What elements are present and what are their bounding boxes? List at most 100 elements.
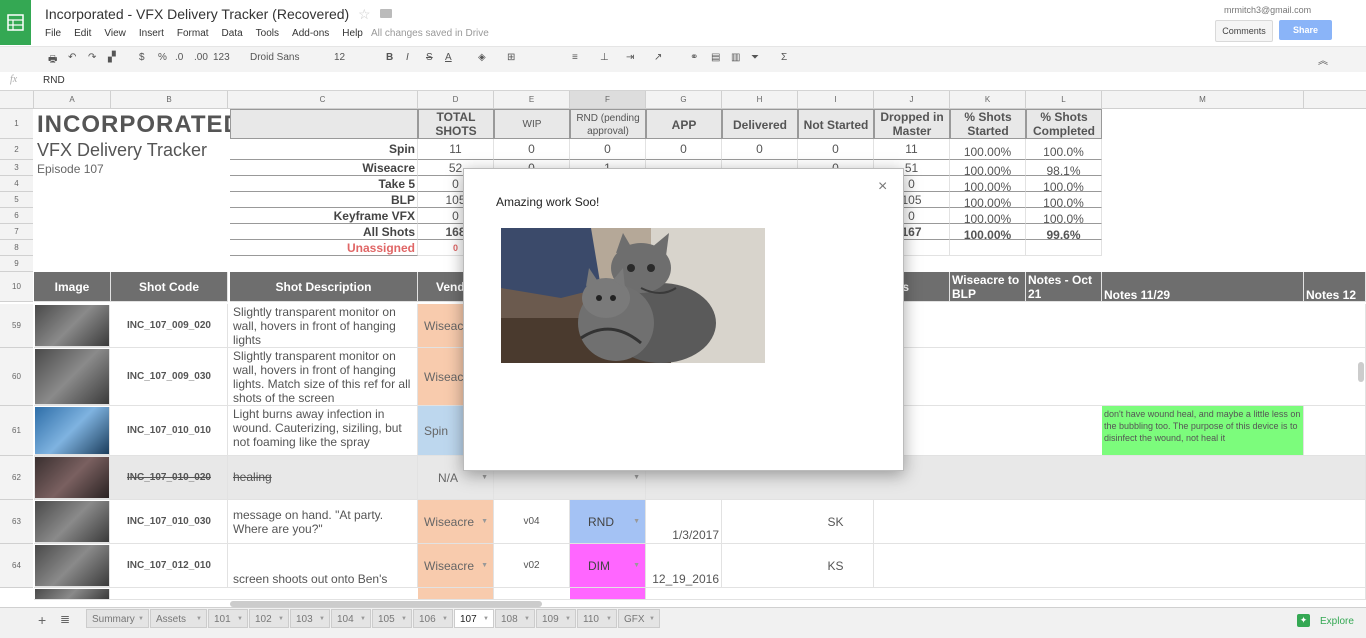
chevron-down-icon[interactable]: ▼	[401, 610, 407, 629]
currency-button[interactable]: $	[139, 52, 145, 63]
row-header[interactable]: 8	[0, 240, 33, 256]
chevron-down-icon[interactable]: ▼	[565, 610, 571, 629]
shot-description[interactable]: healing	[230, 456, 418, 500]
shot-thumbnail[interactable]	[35, 407, 110, 455]
row-header[interactable]: 61	[0, 406, 33, 456]
wrap-icon[interactable]: ⇥	[626, 52, 634, 63]
version[interactable]: v02	[494, 544, 570, 588]
row-header[interactable]: 10	[0, 272, 33, 302]
comments-button[interactable]: Comments	[1215, 20, 1273, 42]
menu-data[interactable]: Data	[222, 28, 243, 39]
column-header-b[interactable]: B	[111, 91, 228, 108]
menu-addons[interactable]: Add-ons	[292, 28, 329, 39]
sheet-tab-assets[interactable]: Assets ▼	[150, 609, 207, 628]
shot-code[interactable]: INC_107_012_010	[111, 544, 228, 588]
undo-icon[interactable]: ↶	[68, 52, 76, 63]
menu-format[interactable]: Format	[177, 28, 209, 39]
shot-description[interactable]: message on hand. "At party. Where are yo…	[230, 500, 418, 544]
chevron-down-icon[interactable]: ▼	[524, 610, 530, 629]
strikethrough-button[interactable]: S	[426, 52, 433, 63]
summary-cell[interactable]: 100.00%	[950, 192, 1026, 208]
font-select[interactable]: Droid Sans	[250, 52, 299, 63]
summary-cell[interactable]: 100.00%	[950, 139, 1026, 160]
sheet-tab-109[interactable]: 109 ▼	[536, 609, 576, 628]
filter-icon[interactable]: ⏷	[751, 52, 759, 63]
summary-cell[interactable]: 0	[494, 139, 570, 160]
date[interactable]: 12_19_2016	[646, 544, 722, 588]
print-icon[interactable]: 🖶	[48, 52, 57, 69]
column-header-j[interactable]: J	[874, 91, 950, 108]
chevron-down-icon[interactable]: ▼	[606, 610, 612, 629]
menu-edit[interactable]: Edit	[74, 28, 91, 39]
row-header[interactable]: 59	[0, 304, 33, 348]
collapse-icon[interactable]: ︽	[1318, 52, 1328, 67]
row-header[interactable]: 1	[0, 109, 33, 139]
assignee[interactable]: KS	[798, 544, 874, 588]
bold-button[interactable]: B	[386, 52, 393, 63]
account-email[interactable]: mrmitch3@gmail.com	[1224, 5, 1311, 15]
row-header[interactable]: 5	[0, 192, 33, 208]
share-button[interactable]: Share	[1279, 20, 1332, 40]
summary-cell[interactable]: 0	[798, 139, 874, 160]
chevron-down-icon[interactable]: ▼	[633, 500, 640, 543]
summary-cell[interactable]: 100.00%	[950, 160, 1026, 176]
row-header[interactable]: 64	[0, 544, 33, 588]
shot-thumbnail[interactable]	[35, 589, 110, 600]
shot-code[interactable]: INC_107_009_020	[111, 304, 228, 348]
row-header[interactable]: 2	[0, 139, 33, 160]
summary-cell[interactable]: 100.00%	[950, 176, 1026, 192]
menu-view[interactable]: View	[104, 28, 126, 39]
summary-cell[interactable]: 0	[570, 139, 646, 160]
summary-cell[interactable]: 0	[646, 139, 722, 160]
close-icon[interactable]: ×	[878, 178, 887, 196]
chart-icon[interactable]: ▥	[731, 52, 740, 63]
sheet-tab-107[interactable]: 107 ▼	[454, 609, 494, 628]
italic-button[interactable]: I	[406, 52, 409, 63]
star-icon[interactable]: ☆	[358, 6, 371, 23]
summary-cell[interactable]: 11	[418, 139, 494, 160]
shot-description[interactable]: Slightly transparent monitor on wall, ho…	[230, 348, 418, 406]
shot-thumbnail[interactable]	[35, 349, 110, 405]
column-header-a[interactable]: A	[34, 91, 111, 108]
chevron-down-icon[interactable]: ▼	[278, 610, 284, 629]
shot-code[interactable]: INC_107_010_030	[111, 500, 228, 544]
summary-cell[interactable]: 98.1%	[1026, 160, 1102, 176]
shot-thumbnail[interactable]	[35, 501, 110, 543]
menu-tools[interactable]: Tools	[256, 28, 279, 39]
date[interactable]: 1/3/2017	[646, 500, 722, 544]
status-dropdown[interactable]: RND ▼	[570, 500, 646, 544]
sheet-tab-102[interactable]: 102 ▼	[249, 609, 289, 628]
row-header[interactable]: 60	[0, 348, 33, 406]
increase-decimal-button[interactable]: .00	[194, 52, 208, 63]
sheet-tab-108[interactable]: 108 ▼	[495, 609, 535, 628]
select-all-corner[interactable]	[0, 91, 34, 108]
note-cell[interactable]: don't have wound heal, and maybe a littl…	[1102, 406, 1304, 456]
sheet-tab-gfx[interactable]: GFX ▼	[618, 609, 660, 628]
row-header[interactable]: 63	[0, 500, 33, 544]
folder-icon[interactable]	[380, 9, 392, 18]
align-icon[interactable]: ≡	[572, 52, 578, 63]
rotate-icon[interactable]: ↗	[654, 52, 662, 63]
all-sheets-icon[interactable]: ≣	[60, 612, 70, 626]
summary-cell[interactable]: 100.00%	[950, 224, 1026, 240]
shot-thumbnail[interactable]	[35, 305, 110, 347]
shot-description[interactable]: Slightly transparent monitor on wall, ho…	[230, 304, 418, 348]
shot-code[interactable]: INC_107_010_020	[111, 456, 228, 500]
functions-icon[interactable]: Σ	[781, 52, 787, 63]
summary-cell[interactable]: 99.6%	[1026, 224, 1102, 240]
row-header[interactable]: 4	[0, 176, 33, 192]
summary-cell[interactable]: 100.00%	[950, 208, 1026, 224]
status-dropdown[interactable]	[570, 588, 646, 600]
chevron-down-icon[interactable]: ▼	[649, 610, 655, 629]
version[interactable]: v04	[494, 500, 570, 544]
menu-help[interactable]: Help	[342, 28, 363, 39]
sheets-logo-icon[interactable]	[0, 0, 31, 45]
borders-icon[interactable]: ⊞	[507, 52, 515, 63]
chevron-down-icon[interactable]: ▼	[481, 544, 488, 587]
fill-color-icon[interactable]: ◈	[478, 52, 486, 63]
summary-cell[interactable]	[950, 240, 1026, 256]
valign-icon[interactable]: ⊥	[600, 52, 609, 63]
sheet-tab-110[interactable]: 110 ▼	[577, 609, 617, 628]
paint-format-icon[interactable]: ▞	[108, 52, 116, 63]
row-header[interactable]: 3	[0, 160, 33, 176]
